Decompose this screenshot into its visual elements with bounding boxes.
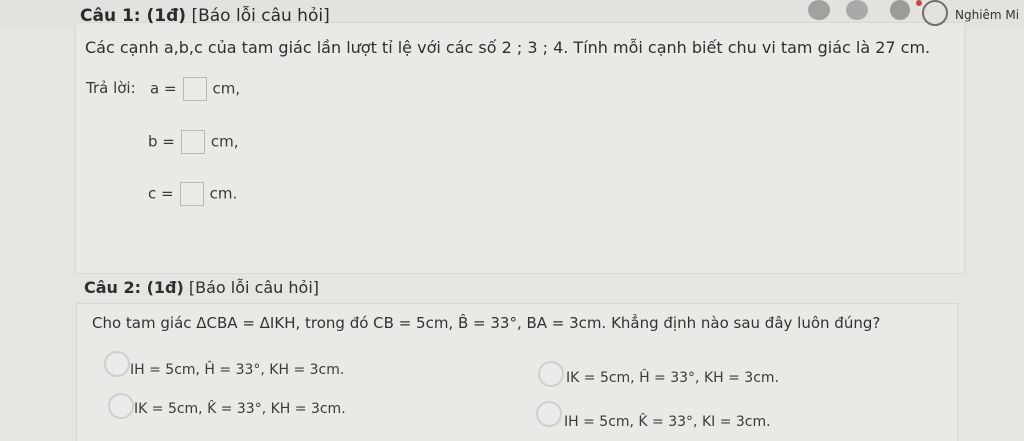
option-4-label[interactable]: IH = 5cm, K̂ = 33°, KI = 3cm.: [564, 414, 771, 430]
question-1-number: Câu 1: (1đ): [80, 6, 187, 26]
option-4-radio[interactable]: [536, 401, 562, 427]
answer-input-c[interactable]: [179, 182, 204, 206]
user-name[interactable]: Nghiêm Mi: [955, 8, 1019, 22]
question-2-number: Câu 2: (1đ): [84, 278, 184, 297]
notification-badge: [916, 0, 922, 6]
answer-label: Trả lời:: [86, 79, 136, 97]
answer-row-c: c = cm.: [148, 182, 237, 206]
question-1-title: Câu 1: (1đ) [Báo lỗi câu hỏi]: [80, 6, 330, 26]
answer-input-a[interactable]: [182, 77, 207, 101]
question-1-text: Các cạnh a,b,c của tam giác lần lượt tỉ …: [85, 38, 931, 57]
option-3-radio[interactable]: [108, 393, 134, 419]
option-1-radio[interactable]: [104, 351, 130, 377]
option-1-label[interactable]: IH = 5cm, Ĥ = 33°, KH = 3cm.: [130, 362, 344, 378]
avatar-icon-1[interactable]: [808, 0, 830, 20]
unit-b: cm,: [210, 132, 239, 151]
report-question-2-link[interactable]: [Báo lỗi câu hỏi]: [184, 278, 319, 297]
var-c-label: c =: [148, 184, 174, 203]
avatar-icon-3[interactable]: [890, 0, 910, 20]
unit-a: cm,: [212, 79, 241, 98]
avatar-icon-2[interactable]: [846, 0, 868, 20]
answer-row-b: b = cm,: [148, 130, 239, 154]
var-b-label: b =: [148, 132, 175, 151]
report-question-1-link[interactable]: [Báo lỗi câu hỏi]: [186, 6, 329, 26]
answer-row-a: a = cm,: [150, 77, 240, 101]
option-3-label[interactable]: IK = 5cm, K̂ = 33°, KH = 3cm.: [134, 401, 346, 417]
var-a-label: a =: [150, 79, 177, 98]
profile-icon[interactable]: [922, 0, 948, 26]
answer-input-b[interactable]: [180, 130, 205, 154]
question-2-text: Cho tam giác ΔCBA = ΔIKH, trong đó CB = …: [92, 314, 881, 332]
option-2-radio[interactable]: [538, 361, 564, 387]
option-2-label[interactable]: IK = 5cm, Ĥ = 33°, KH = 3cm.: [566, 370, 779, 386]
question-2-title: Câu 2: (1đ) [Báo lỗi câu hỏi]: [84, 278, 319, 297]
unit-c: cm.: [209, 184, 238, 203]
